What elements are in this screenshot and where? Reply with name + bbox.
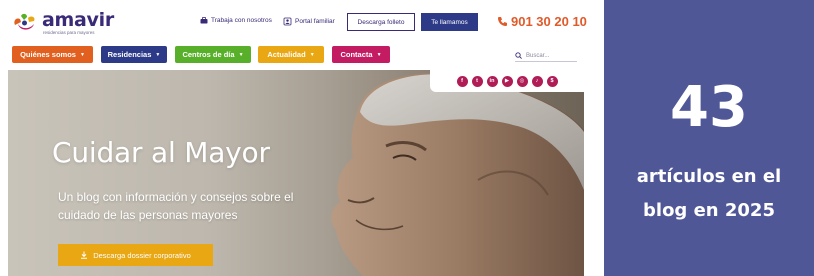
call-me-button[interactable]: Te llamamos: [421, 13, 478, 31]
nav-quienes-somos-label: Quiénes somos: [20, 50, 76, 59]
chevron-down-icon: ▼: [79, 51, 85, 58]
chevron-down-icon: ▼: [309, 51, 315, 58]
facebook-icon[interactable]: f: [456, 75, 468, 87]
work-with-us-label: Trabaja con nosotros: [211, 17, 272, 24]
logo-wordmark: amavir: [42, 9, 114, 31]
instagram-icon[interactable]: ◎: [516, 75, 528, 87]
money-icon[interactable]: $: [546, 75, 558, 87]
hero-title: Cuidar al Mayor: [52, 136, 270, 169]
family-portal-link[interactable]: Portal familiar: [283, 17, 335, 26]
hero-subtitle: Un blog con información y consejos sobre…: [58, 190, 294, 222]
nav-quienes-somos[interactable]: Quiénes somos ▼: [12, 46, 93, 63]
chevron-down-icon: ▼: [238, 51, 244, 58]
family-portal-label: Portal familiar: [295, 18, 335, 25]
tiktok-icon[interactable]: ♪: [531, 75, 543, 87]
family-portal-icon: [283, 17, 292, 26]
amavir-logo[interactable]: amavir residencias para mayores: [12, 9, 132, 38]
website-screenshot: amavir residencias para mayores Trabaja …: [0, 0, 592, 276]
logo-tagline: residencias para mayores: [43, 30, 95, 35]
work-with-us-link[interactable]: Trabaja con nosotros: [200, 17, 272, 24]
stat-caption-line1: artículos en el: [636, 166, 782, 187]
blog-stat-panel: 43 artículos en el blog en 2025: [604, 0, 814, 276]
hero-banner: f t in ▶ ◎ ♪ $ Cuidar al Mayor Un blog c…: [8, 70, 584, 276]
nav-actualidad[interactable]: Actualidad ▼: [258, 46, 324, 63]
linkedin-icon[interactable]: in: [486, 75, 498, 87]
phone-number[interactable]: 901 30 20 10: [497, 14, 587, 29]
nav-actualidad-label: Actualidad: [267, 50, 306, 59]
download-dossier-button[interactable]: Descarga dossier corporativo: [58, 244, 213, 266]
search-placeholder: Buscar...: [526, 52, 550, 59]
search-icon: [515, 52, 522, 59]
logo-hands-icon: [14, 13, 35, 30]
download-icon: [81, 251, 88, 259]
chevron-down-icon: ▼: [155, 51, 161, 58]
briefcase-icon: [200, 17, 208, 24]
twitter-icon[interactable]: t: [471, 75, 483, 87]
nav-centros-de-dia[interactable]: Centros de día ▼: [175, 46, 251, 63]
phone-icon: [498, 17, 507, 26]
chevron-down-icon: ▼: [376, 51, 382, 58]
download-dossier-label: Descarga dossier corporativo: [93, 250, 191, 260]
nav-centros-de-dia-label: Centros de día: [182, 50, 235, 59]
nav-residencias[interactable]: Residencias ▼: [101, 46, 167, 63]
youtube-icon[interactable]: ▶: [501, 75, 513, 87]
download-brochure-button[interactable]: Descarga folleto: [347, 13, 415, 31]
search-field[interactable]: Buscar...: [515, 50, 577, 62]
main-navigation: Quiénes somos ▼ Residencias ▼ Centros de…: [0, 46, 592, 64]
stat-caption-line2: blog en 2025: [643, 200, 775, 221]
social-links-bar: f t in ▶ ◎ ♪ $: [430, 70, 584, 92]
nav-residencias-label: Residencias: [107, 50, 152, 59]
phone-number-text: 901 30 20 10: [511, 14, 587, 29]
article-count: 43: [670, 75, 748, 140]
nav-contacta[interactable]: Contacta ▼: [332, 46, 390, 63]
nav-contacta-label: Contacta: [340, 50, 373, 59]
